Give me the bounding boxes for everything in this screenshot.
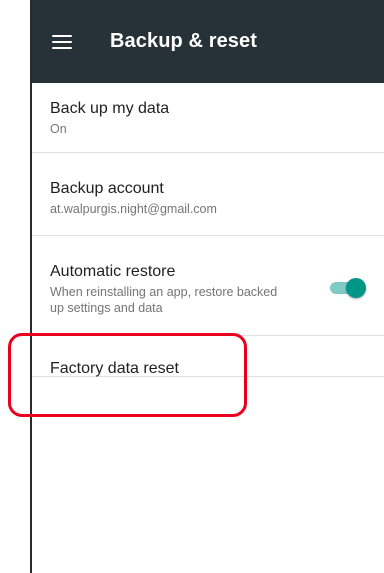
menu-line xyxy=(52,46,72,49)
setting-title: Back up my data xyxy=(50,100,170,117)
app-bar: Backup & reset xyxy=(32,0,384,83)
page-title: Backup & reset xyxy=(110,30,258,52)
setting-title: Backup account xyxy=(50,180,164,197)
screen: Backup & reset Back up my data On Backup… xyxy=(0,0,384,573)
menu-line xyxy=(52,40,72,43)
automatic-restore-toggle[interactable] xyxy=(330,278,366,298)
settings-list: Back up my data On Backup account at.wal… xyxy=(32,83,384,573)
setting-automatic-restore[interactable]: Automatic restore When reinstalling an a… xyxy=(32,236,384,336)
menu-line xyxy=(52,34,72,37)
setting-subtitle: When reinstalling an app, restore backed… xyxy=(50,285,278,315)
setting-back-up-my-data[interactable]: Back up my data On xyxy=(32,83,384,153)
hamburger-menu-icon[interactable] xyxy=(52,34,72,49)
setting-subtitle: at.walpurgis.night@gmail.com xyxy=(50,202,217,216)
setting-subtitle: On xyxy=(50,122,67,136)
setting-backup-account[interactable]: Backup account at.walpurgis.night@gmail.… xyxy=(32,153,384,236)
toggle-thumb xyxy=(346,278,366,298)
highlight-box xyxy=(8,333,247,417)
